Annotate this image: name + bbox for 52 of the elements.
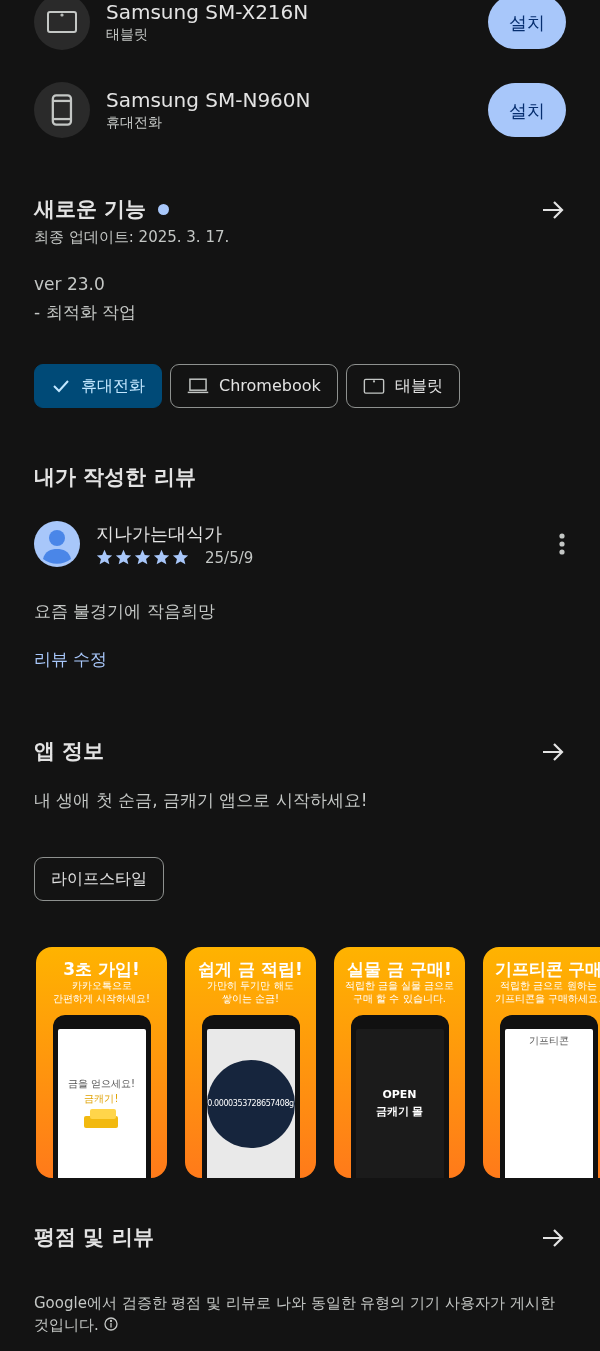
- review-text: 요즘 불경기에 작음희망: [34, 600, 216, 623]
- section-title: 새로운 기능: [34, 196, 147, 223]
- screenshot-caption: 가만히 두기만 해도: [207, 979, 294, 993]
- screen-text: 기프티콘: [528, 1034, 569, 1049]
- device-filter-chip[interactable]: 휴대전화: [34, 364, 162, 408]
- section-title: 평점 및 리뷰: [34, 1224, 154, 1251]
- screen-text: 금캐기 몰: [375, 1103, 424, 1120]
- release-note: - 최적화 작업: [34, 301, 137, 324]
- screenshot-headline: 쉽게 금 적립!: [198, 959, 303, 980]
- app-description: 내 생애 첫 순금, 금캐기 앱으로 시작하세요!: [34, 788, 369, 812]
- device-filter-chip[interactable]: 태블릿: [345, 364, 460, 408]
- device-name: Samsung SM-N960N: [106, 87, 312, 112]
- screenshot-card[interactable]: 실물 금 구매! 적립한 금을 실물 금으로 구매 할 수 있습니다. OPEN 금캐기 몰: [334, 947, 465, 1178]
- screenshot-card[interactable]: 기프티콘 구매 적립한 금으로 원하는 기프티콘을 구매하세요. 기프티콘: [483, 947, 600, 1178]
- screen-text: 금을 얻으세요!: [67, 1076, 136, 1091]
- release-note: ver 23.0: [34, 273, 106, 296]
- screenshot-headline: 실물 금 구매!: [347, 959, 452, 980]
- category-chip[interactable]: 라이프스타일: [34, 857, 164, 901]
- screenshot-caption: 카카오톡으로: [71, 979, 132, 993]
- screenshot-headline: 3초 가입!: [63, 959, 140, 980]
- screenshot-caption: 적립한 금을 실물 금으로: [344, 979, 455, 993]
- device-type: 태블릿: [106, 24, 149, 44]
- more-options-icon[interactable]: [558, 532, 566, 557]
- install-button[interactable]: 설치: [488, 83, 566, 137]
- screenshot-caption: 쌓이는 순금!: [221, 992, 280, 1006]
- device-filter-chip[interactable]: Chromebook: [170, 364, 338, 408]
- screen-text: OPEN: [382, 1087, 417, 1104]
- screen-text: 0.0000353728657408g: [207, 1097, 294, 1110]
- tablet-icon: [46, 10, 78, 34]
- avatar-icon: [34, 521, 80, 568]
- reviewer-name: 지나가는대식가: [96, 521, 223, 546]
- review-date: 25/5/9: [205, 547, 254, 569]
- screenshot-card[interactable]: 쉽게 금 적립! 가만히 두기만 해도 쌓이는 순금! 0.0000353728657408g: [185, 947, 316, 1178]
- laptop-icon: [187, 377, 209, 395]
- screenshot-caption: 적립한 금으로 원하는: [500, 979, 597, 993]
- tablet-icon: [362, 377, 385, 395]
- device-name: Samsung SM-X216N: [106, 0, 310, 24]
- edit-review-link[interactable]: 리뷰 수정: [34, 646, 108, 672]
- screenshot-card[interactable]: 3초 가입! 카카오톡으로 간편하게 시작하세요! 금을 얻으세요! 금캐기!: [36, 947, 167, 1178]
- section-title: 앱 정보: [34, 738, 105, 765]
- screenshot-caption: 기프티콘을 구매하세요.: [495, 992, 600, 1006]
- screen-text: 금캐기!: [84, 1091, 119, 1106]
- screenshot-caption: 간편하게 시작하세요!: [52, 992, 151, 1006]
- install-button[interactable]: 설치: [488, 0, 566, 49]
- phone-icon: [50, 93, 74, 127]
- update-date: 최종 업데이트: 2025. 3. 17.: [34, 226, 231, 248]
- screenshot-headline: 기프티콘 구매: [494, 959, 600, 980]
- section-title: 내가 작성한 리뷰: [34, 464, 197, 491]
- ratings-note: Google에서 검증한 평점 및 리뷰로 나와 동일한 유형의 기기 사용자가 게시한 것입니다.: [34, 1292, 556, 1336]
- info-icon: [103, 1316, 118, 1331]
- device-type: 휴대전화: [106, 112, 163, 132]
- screenshot-caption: 구매 할 수 있습니다.: [353, 992, 446, 1006]
